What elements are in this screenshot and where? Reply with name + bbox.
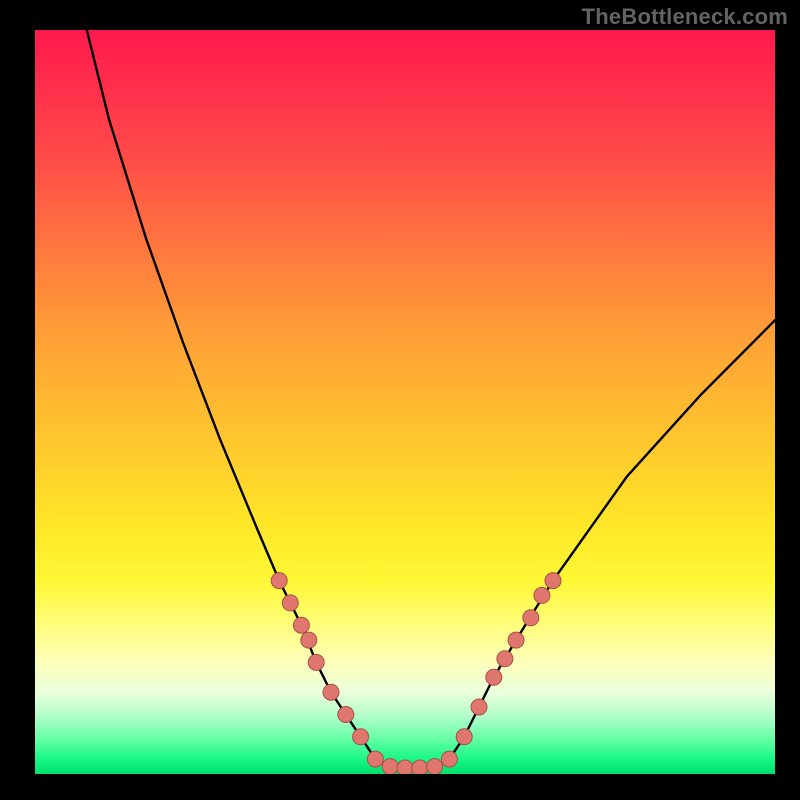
data-marker [301,632,317,648]
data-marker [382,759,398,774]
data-marker [367,751,383,767]
plot-area [35,30,775,774]
data-marker [338,707,354,723]
data-marker [397,760,413,774]
data-marker [293,617,309,633]
data-marker [427,759,443,774]
data-marker [441,751,457,767]
data-marker [534,587,550,603]
data-marker [271,573,287,589]
data-marker [353,729,369,745]
data-marker [323,684,339,700]
data-marker [308,654,324,670]
data-marker [508,632,524,648]
data-marker [471,699,487,715]
watermark-text: TheBottleneck.com [582,4,788,30]
data-marker [486,669,502,685]
markers-group [271,573,561,774]
curve-svg [35,30,775,774]
data-marker [412,760,428,774]
data-marker [497,651,513,667]
chart-frame: TheBottleneck.com [0,0,800,800]
data-marker [545,573,561,589]
data-marker [282,595,298,611]
bottleneck-curve [87,30,775,770]
data-marker [456,729,472,745]
data-marker [523,610,539,626]
